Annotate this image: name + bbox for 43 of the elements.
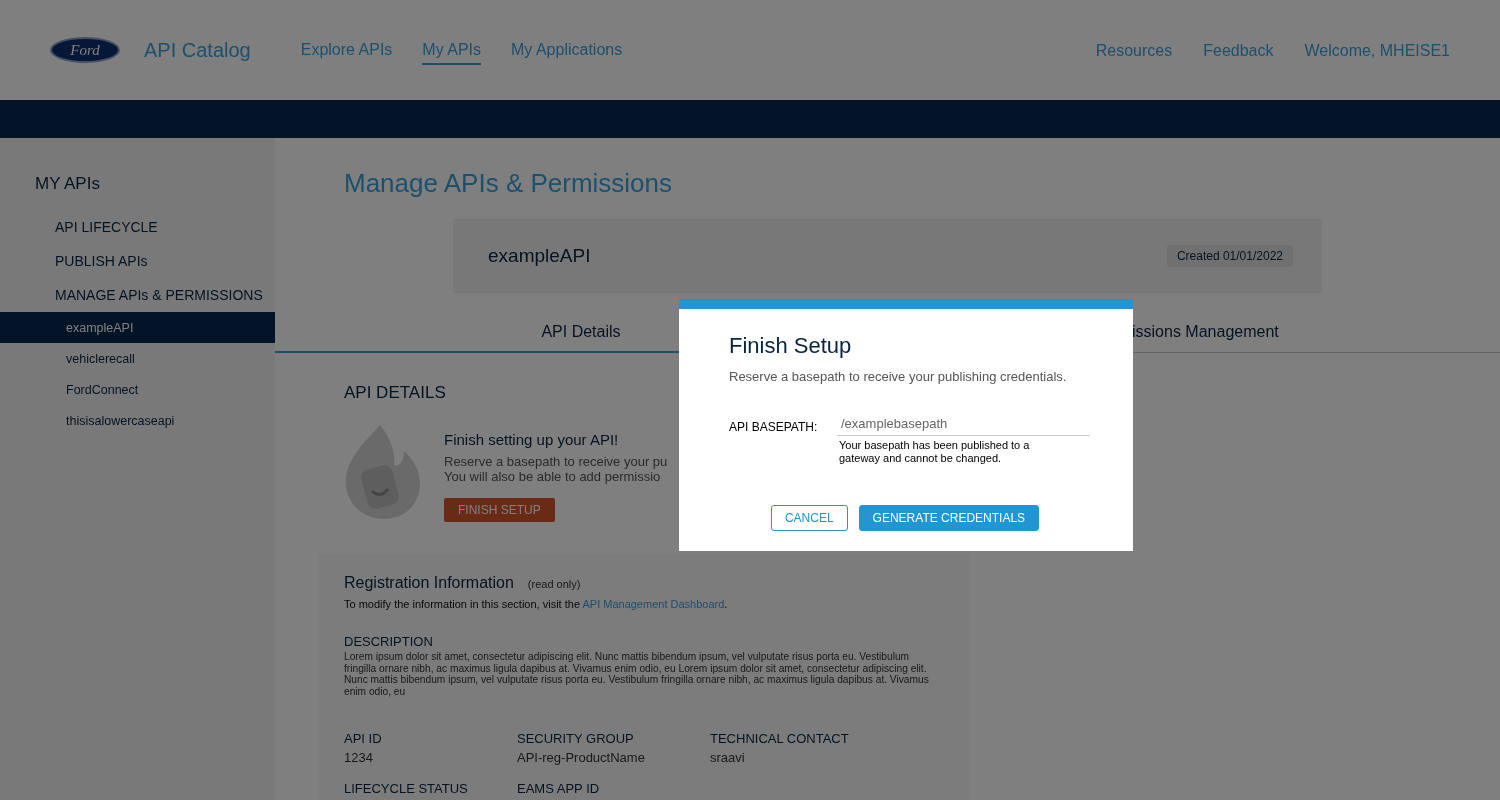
field-label: SECURITY GROUP (517, 731, 635, 746)
marshmallow-icon (344, 423, 422, 521)
finish-setup-button[interactable]: FINISH SETUP (444, 498, 555, 522)
field-value: 1234 (344, 750, 374, 765)
registration-title: Registration Information (344, 574, 514, 591)
sidebar-title: MY APIs (34, 174, 101, 194)
page-title: Manage APIs & Permissions (344, 168, 674, 199)
nav-link[interactable]: My APIs (422, 41, 482, 65)
created-badge: Created 01/01/2022 (1166, 245, 1293, 267)
app-title: API Catalog (144, 38, 251, 62)
description-text: Lorem ipsum dolor sit amet, consectetur adipiscing elit. Nunc mattis bibendum ipsum, vel vulputate risus porta eu. Vestibulum fringilla ornare nibh, ac maximus ligula dapibus at. Vivamus enim odio, eu Lorem ipsum dolor sit amet, consectetur adipiscing elit. Nunc mattis bibendum ipsum, vel vulputate risus porta eu. Vestibulum fringilla ornare nibh, ac maximus ligula dapibus at. Vivamus enim odio, eu (344, 651, 930, 697)
helper-text: Your basepath has been published to a gateway and cannot be changed. (839, 439, 1031, 465)
hint-text: To modify the information in this section, visit the API Management Dashboard. (344, 598, 729, 610)
field-label: DESCRIPTION (344, 634, 434, 649)
ford-logo[interactable]: Ford (50, 37, 120, 63)
cancel-button[interactable]: CANCEL (770, 505, 848, 531)
sidebar-item[interactable]: MANAGE APIs & PERMISSIONS (0, 278, 275, 312)
field-label: EAMS APP ID (517, 781, 601, 796)
read-only-note: (read only) (527, 578, 581, 590)
api-name: exampleAPI (488, 245, 591, 267)
nav-link[interactable]: My Applications (511, 41, 623, 65)
generate-credentials-button[interactable]: GENERATE CREDENTIALS (858, 505, 1040, 531)
setup-text: Reserve a basepath to receive your pu (444, 454, 668, 469)
sidebar-subitem[interactable]: vehiclerecall (0, 343, 275, 374)
field-label: TECHNICAL CONTACT (710, 731, 850, 746)
sidebar-subitem[interactable]: FordConnect (0, 374, 275, 405)
header-link[interactable]: Resources (1095, 42, 1173, 60)
field-label: LIFECYCLE STATUS (344, 781, 469, 796)
dialog-subtitle: Reserve a basepath to receive your publishing credentials. (729, 369, 1068, 384)
sidebar-item[interactable]: API LIFECYCLE (0, 210, 275, 244)
setup-text: You will also be able to add permissio (444, 469, 662, 484)
field-label: API BASEPATH: (729, 419, 819, 436)
field-label: API ID (344, 731, 383, 746)
sidebar-subitem[interactable]: thisisalowercaseapi (0, 405, 275, 436)
nav-link[interactable]: Explore APIs (300, 41, 393, 65)
section-heading: API DETAILS (344, 383, 447, 403)
sidebar-item[interactable]: PUBLISH APIs (0, 244, 275, 278)
sidebar-subitem[interactable]: exampleAPI (0, 312, 275, 343)
header-link[interactable]: Feedback (1203, 42, 1274, 60)
header-link[interactable]: Welcome, MHEISE1 (1304, 42, 1450, 60)
field-value: sraavi (710, 750, 746, 765)
field-value: API-reg-ProductName (517, 750, 646, 765)
setup-title: Finish setting up your API! (444, 431, 620, 448)
